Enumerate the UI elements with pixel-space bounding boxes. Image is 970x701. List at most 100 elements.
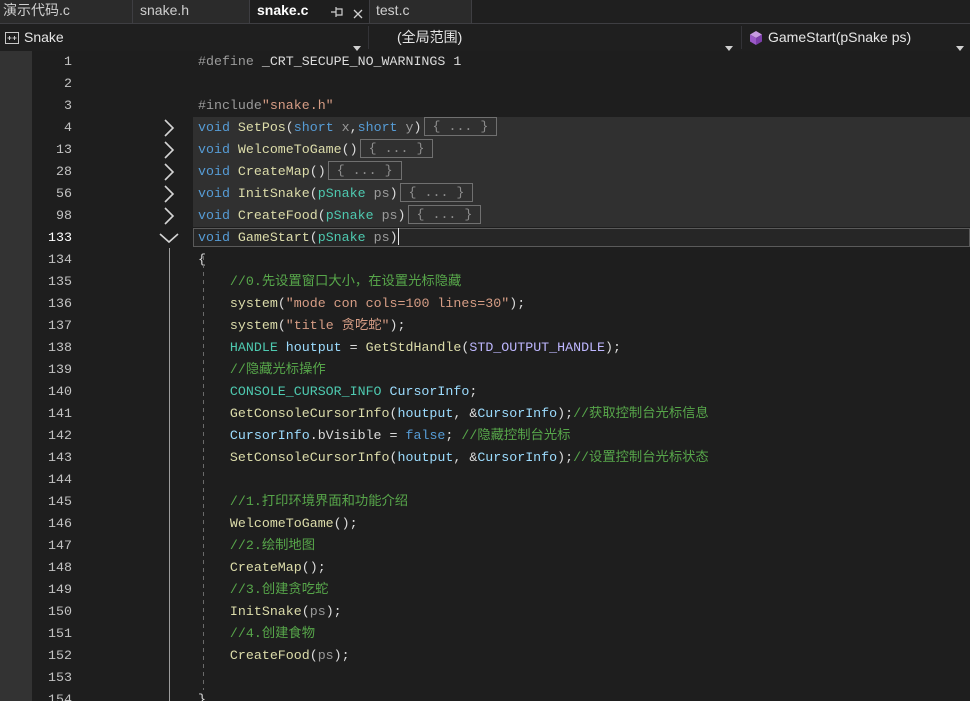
tab-demo-code-c[interactable]: 演示代码.c [0,0,133,23]
code-line[interactable]: 1 #define _CRT_SECUPE_NO_WARNINGS 1 [0,51,970,73]
code-line[interactable]: 28 void CreateMap(){ ... } [0,160,970,183]
code-token-plain: ( [285,120,294,135]
code-token-param: x [341,120,350,135]
code-line[interactable]: 138 HANDLE houtput = GetStdHandle(STD_OU… [0,337,970,359]
code-line[interactable]: 142 CursorInfo.bVisible = false; //隐藏控制台… [0,425,970,447]
code-text: void WelcomeToGame(){ ... } [198,138,434,161]
code-line[interactable]: 56 void InitSnake(pSnake ps){ ... } [0,182,970,205]
code-line[interactable]: 137 system("title 贪吃蛇"); [0,315,970,337]
code-line[interactable]: 151 //4.创建食物 [0,623,970,645]
member-dropdown[interactable]: GameStart(pSnake ps) [745,26,970,51]
line-number: 139 [48,362,72,377]
collapsed-block-placeholder[interactable]: { ... } [359,138,434,158]
line-number: 137 [48,318,72,333]
member-name: GameStart(pSnake ps) [768,29,912,45]
chevron-down-icon[interactable] [725,35,733,51]
expand-chevron-icon[interactable] [158,161,180,183]
line-number: 149 [48,582,72,597]
code-token-param: y [405,120,414,135]
expand-chevron-icon[interactable] [158,139,180,161]
code-text: InitSnake(ps); [198,601,342,623]
code-token-variable: houtput [397,450,454,465]
code-line[interactable]: 145 //1.打印环境界面和功能介绍 [0,491,970,513]
code-line[interactable]: 144 [0,469,970,491]
close-icon[interactable] [352,5,364,19]
collapsed-block-placeholder[interactable]: { ... } [327,160,402,180]
code-line[interactable]: 135 //0.先设置窗口大小，在设置光标隐藏 [0,271,970,293]
code-line[interactable]: 140 CONSOLE_CURSOR_INFO CursorInfo; [0,381,970,403]
code-text: HANDLE houtput = GetStdHandle(STD_OUTPUT… [198,337,621,359]
code-token-variable: CursorInfo [477,406,558,421]
code-token-comment: //3.创建贪吃蛇 [229,582,329,597]
line-number: 146 [48,516,72,531]
code-token-keyword: void [198,120,230,135]
collapsed-block-placeholder[interactable]: { ... } [423,116,498,136]
code-token-plain: = [341,340,366,355]
code-line[interactable]: 4 void SetPos(short x,short y){ ... } [0,116,970,139]
code-line[interactable]: 133 void GameStart(pSnake ps) [0,227,970,249]
code-line[interactable]: 136 system("mode con cols=100 lines=30")… [0,293,970,315]
code-token-type: pSnake [317,186,366,201]
code-line[interactable]: 150 InitSnake(ps); [0,601,970,623]
code-token-plain: ); [333,648,350,663]
chevron-down-icon[interactable] [956,35,964,51]
code-line[interactable]: 13 void WelcomeToGame(){ ... } [0,138,970,161]
collapse-chevron-icon[interactable] [158,227,180,249]
code-token-plain: { [198,252,206,267]
chevron-down-icon[interactable] [353,35,361,51]
code-token-variable: CursorInfo [229,428,310,443]
code-token-param: ps [381,208,398,223]
code-token-plain: ) [397,208,406,223]
line-number: 136 [48,296,72,311]
code-text: //4.创建食物 [198,623,315,645]
code-token-plain: ( [309,230,318,245]
line-number: 138 [48,340,72,355]
code-token-function: CreateFood [229,648,310,663]
code-token-type: CONSOLE_CURSOR_INFO [229,384,382,399]
code-line[interactable]: 2 [0,73,970,95]
code-line[interactable]: 146 WelcomeToGame(); [0,513,970,535]
expand-chevron-icon[interactable] [158,205,180,227]
collapsed-block-placeholder[interactable]: { ... } [399,182,474,202]
line-number: 142 [48,428,72,443]
tab-snake-h[interactable]: snake.h [133,0,250,23]
code-token-type: pSnake [325,208,374,223]
code-line[interactable]: 98 void CreateFood(pSnake ps){ ... } [0,204,970,227]
pin-icon[interactable] [330,4,344,18]
code-token-variable: CursorInfo [389,384,470,399]
code-text: void CreateFood(pSnake ps){ ... } [198,204,482,227]
code-line[interactable]: 143 SetConsoleCursorInfo(houtput, &Curso… [0,447,970,469]
document-tabs: 演示代码.c snake.h snake.c test.c [0,0,970,23]
code-editor[interactable]: 1 #define _CRT_SECUPE_NO_WARNINGS 1 2 3 #inc… [0,51,970,701]
tab-label: test.c [376,2,410,18]
code-line[interactable]: 148 CreateMap(); [0,557,970,579]
code-line[interactable]: 153 [0,667,970,689]
code-line[interactable]: 154} [0,689,970,701]
code-token-plain: ) [389,186,398,201]
collapsed-block-placeholder[interactable]: { ... } [407,204,482,224]
line-number: 148 [48,560,72,575]
code-line[interactable]: 147 //2.绘制地图 [0,535,970,557]
tab-test-c[interactable]: test.c [370,0,472,23]
code-token-comment: //2.绘制地图 [229,538,316,553]
tab-snake-c[interactable]: snake.c [250,0,370,23]
code-token-keyword: void [198,186,230,201]
code-line[interactable]: 3 #include"snake.h" [0,95,970,117]
code-line[interactable]: 134 { [0,249,970,271]
expand-chevron-icon[interactable] [158,183,180,205]
expand-chevron-icon[interactable] [158,117,180,139]
code-line[interactable]: 139 //隐藏光标操作 [0,359,970,381]
code-token-function: SetConsoleCursorInfo [229,450,390,465]
code-text: void CreateMap(){ ... } [198,160,402,183]
project-dropdown[interactable]: Snake [0,26,369,51]
line-number: 56 [56,186,72,201]
code-token-function: GameStart [237,230,310,245]
code-line[interactable]: 141 GetConsoleCursorInfo(houtput, &Curso… [0,403,970,425]
navigation-bar: Snake (全局范围) GameStart(pSnake ps) [0,24,970,51]
line-number: 141 [48,406,72,421]
code-token-param: ps [309,604,326,619]
code-line[interactable]: 152 CreateFood(ps); [0,645,970,667]
scope-dropdown[interactable]: (全局范围) [372,26,742,51]
code-line[interactable]: 149 //3.创建贪吃蛇 [0,579,970,601]
